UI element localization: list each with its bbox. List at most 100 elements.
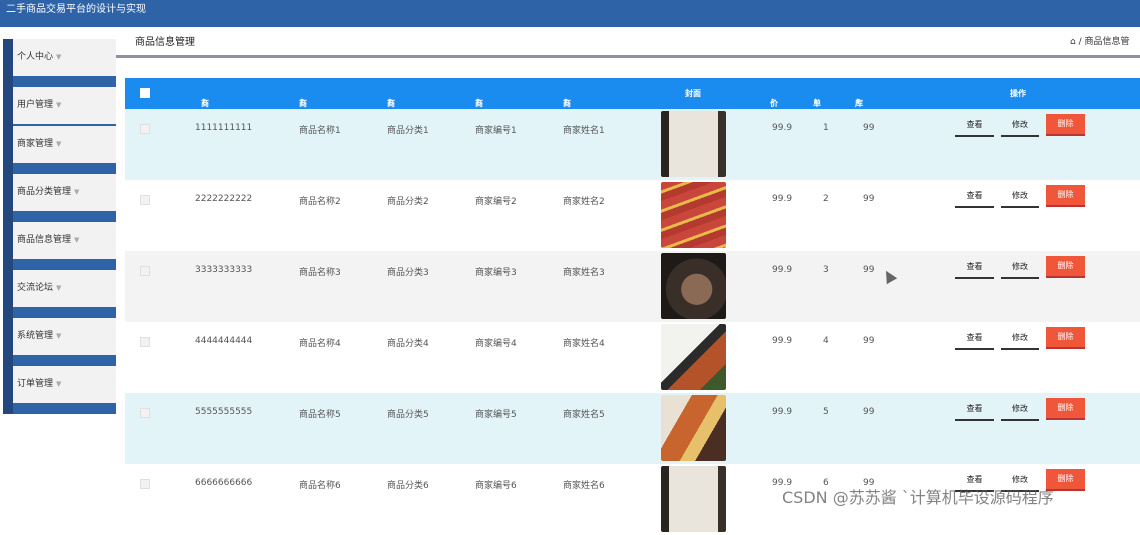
sidebar: 个人中心 ▼ 用户管理 ▼ 商家管理 ▼ 商品分类管理 ▼ 商品信息管理 ▼ 交流论坛 ▼ … bbox=[0, 27, 116, 512]
delete-button[interactable]: 删除 bbox=[1046, 185, 1085, 207]
sort-icon: ⇕ bbox=[299, 98, 305, 105]
watermark: CSDN @苏苏酱 `计算机毕设源码程序 bbox=[782, 488, 1054, 507]
sidebar-group-orders: 订单管理 ▼ bbox=[3, 366, 116, 414]
sidebar-group-categories: 商品分类管理 ▼ bbox=[3, 174, 116, 222]
breadcrumb: ⌂ / 商品信息管 bbox=[1070, 34, 1130, 47]
table-row: 5555555555 商品名称5 商品分类5 商家编号5 商家姓名5 99.9 … bbox=[125, 393, 1140, 464]
cell-merchant-name: 商家姓名2 bbox=[563, 197, 605, 207]
sidebar-separator bbox=[13, 211, 116, 222]
cover-image-sausages bbox=[661, 182, 726, 248]
cell-category: 商品分类3 bbox=[387, 268, 429, 278]
sidebar-item-merchant-management[interactable]: 商家管理 ▼ bbox=[13, 126, 116, 163]
cell-stock: 99 bbox=[863, 123, 875, 133]
cover-image-blouse bbox=[661, 111, 726, 177]
delete-button[interactable]: 删除 bbox=[1046, 256, 1085, 278]
cell-limit: 2 bbox=[823, 194, 829, 204]
caret-down-icon: ▼ bbox=[56, 53, 62, 61]
cell-product-id: 3333333333 bbox=[195, 265, 253, 275]
view-button[interactable]: 查看 bbox=[955, 399, 994, 421]
row-checkbox[interactable] bbox=[140, 195, 150, 205]
caret-down-icon: ▼ bbox=[56, 284, 62, 292]
sidebar-separator bbox=[13, 403, 116, 414]
sidebar-group-merchants: 商家管理 ▼ bbox=[3, 126, 116, 174]
cell-merchant-name: 商家姓名3 bbox=[563, 268, 605, 278]
sort-icon: ⇕ bbox=[855, 98, 861, 105]
view-button[interactable]: 查看 bbox=[955, 186, 994, 208]
view-button[interactable]: 查看 bbox=[955, 257, 994, 279]
table-header: 商品编号⇕ 商品名称⇕ 商品分类⇕ 商家编号⇕ 商家姓名⇕ 封面 价格⇕ 单限⇕… bbox=[125, 78, 1140, 141]
cell-product-id: 5555555555 bbox=[195, 407, 253, 417]
cell-merchant-id: 商家编号2 bbox=[475, 197, 517, 207]
cell-merchant-id: 商家编号5 bbox=[475, 410, 517, 420]
sidebar-item-forum[interactable]: 交流论坛 ▼ bbox=[13, 270, 116, 307]
cell-limit: 5 bbox=[823, 407, 829, 417]
sidebar-separator bbox=[13, 259, 116, 270]
sidebar-accent bbox=[3, 270, 13, 318]
cover-image-blouse bbox=[661, 466, 726, 532]
cell-product-name: 商品名称5 bbox=[299, 410, 341, 420]
cell-limit: 3 bbox=[823, 265, 829, 275]
sidebar-accent bbox=[3, 126, 13, 174]
cell-price: 99.9 bbox=[772, 407, 793, 417]
sidebar-item-user-management[interactable]: 用户管理 ▼ bbox=[13, 87, 116, 124]
row-checkbox[interactable] bbox=[140, 124, 150, 134]
sidebar-item-personal-center[interactable]: 个人中心 ▼ bbox=[13, 39, 116, 76]
caret-down-icon: ▼ bbox=[74, 236, 80, 244]
cell-merchant-name: 商家姓名4 bbox=[563, 339, 605, 349]
cell-stock: 99 bbox=[863, 194, 875, 204]
sidebar-separator bbox=[13, 163, 116, 174]
caret-down-icon: ▼ bbox=[56, 380, 62, 388]
edit-button[interactable]: 修改 bbox=[1001, 399, 1039, 421]
edit-button[interactable]: 修改 bbox=[1001, 328, 1039, 350]
cell-product-name: 商品名称3 bbox=[299, 268, 341, 278]
cell-merchant-name: 商家姓名5 bbox=[563, 410, 605, 420]
delete-button[interactable]: 删除 bbox=[1046, 398, 1085, 420]
cell-category: 商品分类4 bbox=[387, 339, 429, 349]
cell-merchant-id: 商家编号6 bbox=[475, 481, 517, 491]
sort-icon: ⇕ bbox=[475, 98, 481, 105]
sidebar-group-forum: 交流论坛 ▼ bbox=[3, 270, 116, 318]
sidebar-separator bbox=[13, 76, 116, 87]
cell-product-name: 商品名称1 bbox=[299, 126, 341, 136]
delete-button[interactable]: 删除 bbox=[1046, 327, 1085, 349]
row-checkbox[interactable] bbox=[140, 479, 150, 489]
home-icon[interactable]: ⌂ bbox=[1070, 37, 1076, 47]
delete-button[interactable]: 删除 bbox=[1046, 114, 1085, 136]
table-row: 2222222222 商品名称2 商品分类2 商家编号2 商家姓名2 99.9 … bbox=[125, 180, 1140, 251]
row-checkbox[interactable] bbox=[140, 408, 150, 418]
app-title: 二手商品交易平台的设计与实现 bbox=[6, 4, 146, 15]
sort-icon: ⇕ bbox=[770, 98, 776, 105]
edit-button[interactable]: 修改 bbox=[1001, 186, 1039, 208]
sidebar-accent bbox=[3, 366, 13, 414]
sidebar-item-label: 商家管理 bbox=[17, 139, 54, 149]
cover-image-food-box bbox=[661, 324, 726, 390]
cell-product-id: 4444444444 bbox=[195, 336, 253, 346]
select-all-checkbox[interactable] bbox=[140, 88, 150, 98]
sidebar-accent bbox=[3, 174, 13, 222]
edit-button[interactable]: 修改 bbox=[1001, 115, 1039, 137]
sidebar-item-category-management[interactable]: 商品分类管理 ▼ bbox=[13, 174, 116, 211]
cell-merchant-name: 商家姓名1 bbox=[563, 126, 605, 136]
cell-category: 商品分类1 bbox=[387, 126, 429, 136]
sidebar-item-label: 用户管理 bbox=[17, 100, 54, 110]
sidebar-item-label: 系统管理 bbox=[17, 331, 54, 341]
sidebar-item-product-management[interactable]: 商品信息管理 ▼ bbox=[13, 222, 116, 259]
view-button[interactable]: 查看 bbox=[955, 115, 994, 137]
edit-button[interactable]: 修改 bbox=[1001, 257, 1039, 279]
caret-down-icon: ▼ bbox=[56, 332, 62, 340]
sidebar-accent bbox=[3, 39, 13, 87]
row-checkbox[interactable] bbox=[140, 266, 150, 276]
cell-product-id: 2222222222 bbox=[195, 194, 253, 204]
cell-stock: 99 bbox=[863, 265, 875, 275]
cell-product-id: 6666666666 bbox=[195, 478, 253, 488]
cell-category: 商品分类6 bbox=[387, 481, 429, 491]
sidebar-item-order-management[interactable]: 订单管理 ▼ bbox=[13, 366, 116, 403]
sidebar-group-products: 商品信息管理 ▼ bbox=[3, 222, 116, 270]
cell-limit: 4 bbox=[823, 336, 829, 346]
sidebar-group-personal: 个人中心 ▼ bbox=[3, 39, 116, 87]
cell-category: 商品分类5 bbox=[387, 410, 429, 420]
row-checkbox[interactable] bbox=[140, 337, 150, 347]
cover-image-handbag bbox=[661, 253, 726, 319]
sidebar-item-system-management[interactable]: 系统管理 ▼ bbox=[13, 318, 116, 355]
view-button[interactable]: 查看 bbox=[955, 328, 994, 350]
